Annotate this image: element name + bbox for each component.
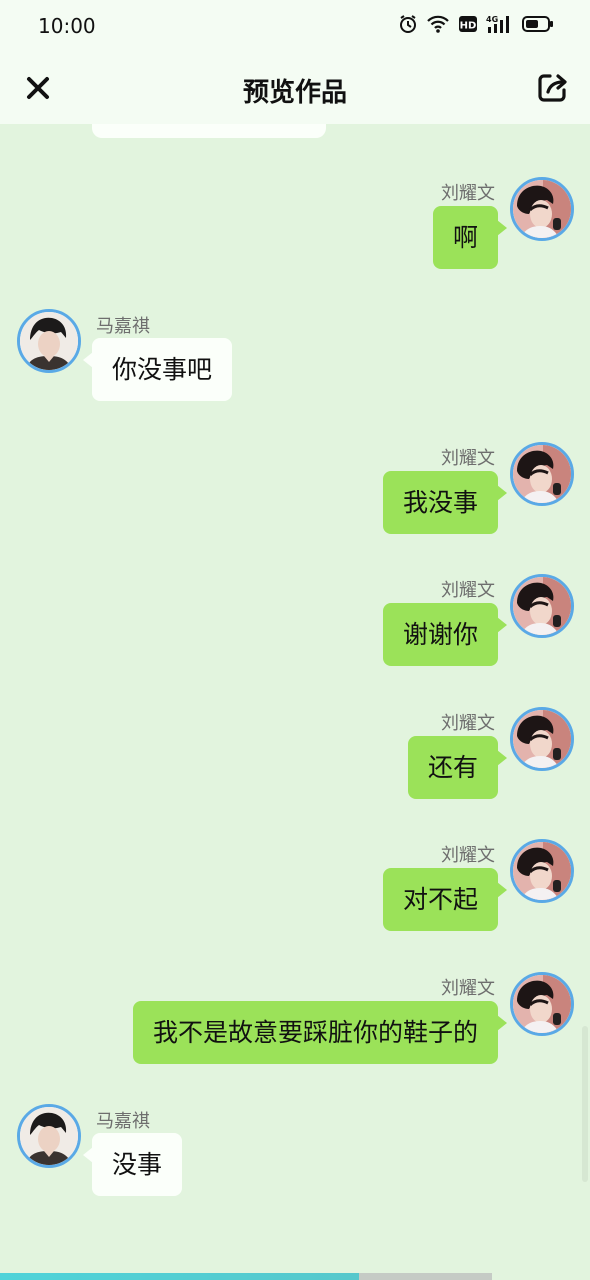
- hd-icon: HD: [458, 14, 478, 38]
- sender-name: 刘耀文: [441, 183, 495, 204]
- avatar[interactable]: [510, 177, 574, 241]
- message-bubble[interactable]: 没事: [82, 1133, 183, 1196]
- sender-name: 刘耀文: [441, 580, 495, 601]
- message-bubble[interactable]: 对不起: [382, 868, 508, 931]
- sender-name: 刘耀文: [441, 978, 495, 999]
- message-bubble[interactable]: 你没事吧: [82, 338, 233, 401]
- message-bubble[interactable]: 我没事: [382, 471, 508, 534]
- share-button[interactable]: [532, 69, 574, 111]
- alarm-icon: [398, 14, 418, 38]
- scrollbar[interactable]: [582, 1026, 588, 1182]
- battery-icon: [522, 14, 554, 38]
- signal-4g-icon: 4G: [486, 14, 514, 38]
- header: 预览作品: [0, 56, 590, 124]
- chat-area[interactable]: 刘耀文啊马嘉祺 你没事吧 刘耀文 我没事 刘耀文 谢谢你 刘耀文 还有 刘耀文 对不起 刘耀文 我不是…: [0, 124, 590, 1274]
- status-time: 10:00: [38, 14, 96, 38]
- sender-name: 马嘉祺: [96, 1111, 150, 1132]
- svg-text:4G: 4G: [486, 15, 498, 24]
- page-title: 预览作品: [242, 78, 347, 108]
- previous-message-bubble: [92, 124, 326, 138]
- sender-name: 刘耀文: [441, 845, 495, 866]
- avatar[interactable]: [17, 309, 81, 373]
- status-icons: HD 4G: [398, 14, 554, 38]
- wifi-icon: [426, 14, 450, 38]
- svg-text:HD: HD: [460, 21, 477, 32]
- avatar[interactable]: [510, 707, 574, 771]
- message-bubble[interactable]: 啊: [432, 206, 508, 269]
- message-bubble[interactable]: 还有: [407, 736, 508, 799]
- status-bar: 10:00 HD 4G: [0, 0, 590, 56]
- sender-name: 刘耀文: [441, 448, 495, 469]
- avatar[interactable]: [17, 1104, 81, 1168]
- avatar[interactable]: [510, 972, 574, 1036]
- sender-name: 刘耀文: [441, 713, 495, 734]
- avatar[interactable]: [510, 839, 574, 903]
- avatar[interactable]: [510, 442, 574, 506]
- sender-name: 马嘉祺: [96, 316, 150, 337]
- progress-fill: [0, 1273, 360, 1280]
- share-icon: [536, 71, 570, 109]
- message-bubble[interactable]: 谢谢你: [382, 603, 508, 666]
- avatar[interactable]: [510, 574, 574, 638]
- message-bubble[interactable]: 我不是故意要踩脏你的鞋子的: [132, 1001, 508, 1064]
